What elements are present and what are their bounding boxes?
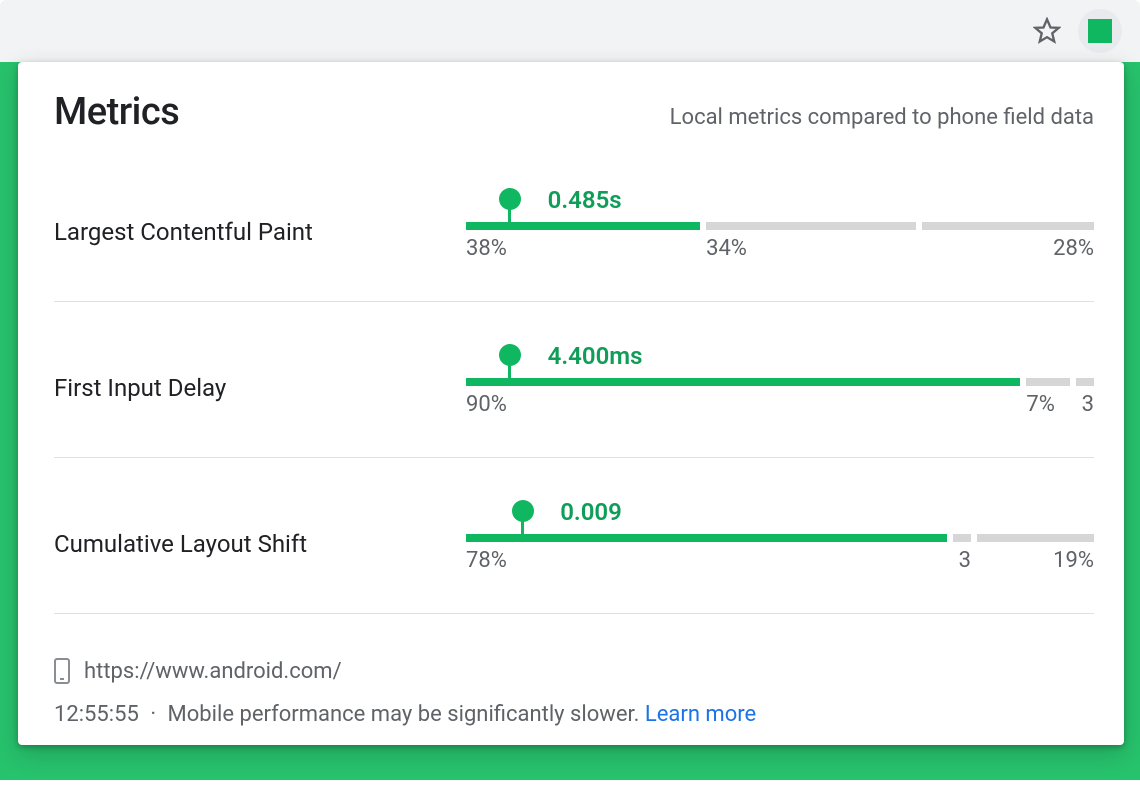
segment-label: 3 [953, 548, 971, 573]
metric-value: 0.485s [548, 186, 622, 214]
metric-label: Cumulative Layout Shift [54, 502, 466, 558]
segment-labels: 78% 3 19% [466, 548, 1094, 573]
local-value-marker [512, 500, 534, 542]
metric-row-lcp: Largest Contentful Paint 0.485s 38% 34% … [54, 190, 1094, 302]
browser-toolbar [0, 0, 1140, 62]
metric-chart: 4.400ms 90% 7% 3 [466, 346, 1094, 417]
metric-value: 0.009 [560, 498, 622, 526]
phone-icon [54, 658, 70, 684]
bookmark-star-icon[interactable] [1032, 16, 1062, 46]
distribution-bar [466, 534, 1094, 542]
segment-label: 78% [466, 548, 947, 573]
url-row: https://www.android.com/ [54, 658, 1094, 684]
segment-label: 38% [466, 236, 700, 261]
segment-good [466, 534, 947, 542]
marker-dot-icon [499, 344, 521, 366]
segment-good [466, 378, 1020, 386]
panel-footer: https://www.android.com/ 12:55:55 · Mobi… [54, 658, 1094, 727]
segment-labels: 38% 34% 28% [466, 236, 1094, 261]
panel-subtitle: Local metrics compared to phone field da… [670, 105, 1094, 130]
metric-chart: 0.009 78% 3 19% [466, 502, 1094, 573]
segment-label: 3 [1076, 392, 1094, 417]
segment-needs-improvement [953, 534, 971, 542]
distribution-bar [466, 378, 1094, 386]
web-vitals-popup: Metrics Local metrics compared to phone … [18, 62, 1124, 745]
local-value-marker [499, 344, 521, 386]
separator-dot: · [150, 702, 156, 727]
segment-needs-improvement [706, 222, 915, 230]
segment-labels: 90% 7% 3 [466, 392, 1094, 417]
panel-header: Metrics Local metrics compared to phone … [54, 90, 1094, 134]
panel-title: Metrics [54, 90, 179, 134]
extension-button[interactable] [1078, 9, 1122, 53]
segment-poor [922, 222, 1094, 230]
status-note: Mobile performance may be significantly … [168, 702, 640, 727]
page-url: https://www.android.com/ [84, 659, 342, 684]
segment-poor [977, 534, 1094, 542]
segment-label: 28% [922, 236, 1094, 261]
metric-row-fid: First Input Delay 4.400ms 90% 7% 3 [54, 346, 1094, 458]
marker-dot-icon [499, 188, 521, 210]
timestamp: 12:55:55 [54, 702, 139, 727]
segment-poor [1076, 378, 1094, 386]
metric-value: 4.400ms [548, 342, 643, 370]
distribution-bar [466, 222, 1094, 230]
segment-label: 90% [466, 392, 1020, 417]
learn-more-link[interactable]: Learn more [645, 702, 756, 727]
metric-label: First Input Delay [54, 346, 466, 402]
segment-label: 34% [706, 236, 915, 261]
marker-stick-icon [508, 364, 511, 386]
segment-label: 19% [977, 548, 1094, 573]
marker-dot-icon [512, 500, 534, 522]
metric-label: Largest Contentful Paint [54, 190, 466, 246]
marker-stick-icon [508, 208, 511, 230]
status-row: 12:55:55 · Mobile performance may be sig… [54, 702, 1094, 727]
segment-needs-improvement [1026, 378, 1069, 386]
segment-label: 7% [1026, 392, 1069, 417]
metric-row-cls: Cumulative Layout Shift 0.009 78% 3 19% [54, 502, 1094, 614]
local-value-marker [499, 188, 521, 230]
marker-stick-icon [521, 520, 524, 542]
web-vitals-extension-icon [1088, 19, 1112, 43]
metric-chart: 0.485s 38% 34% 28% [466, 190, 1094, 261]
